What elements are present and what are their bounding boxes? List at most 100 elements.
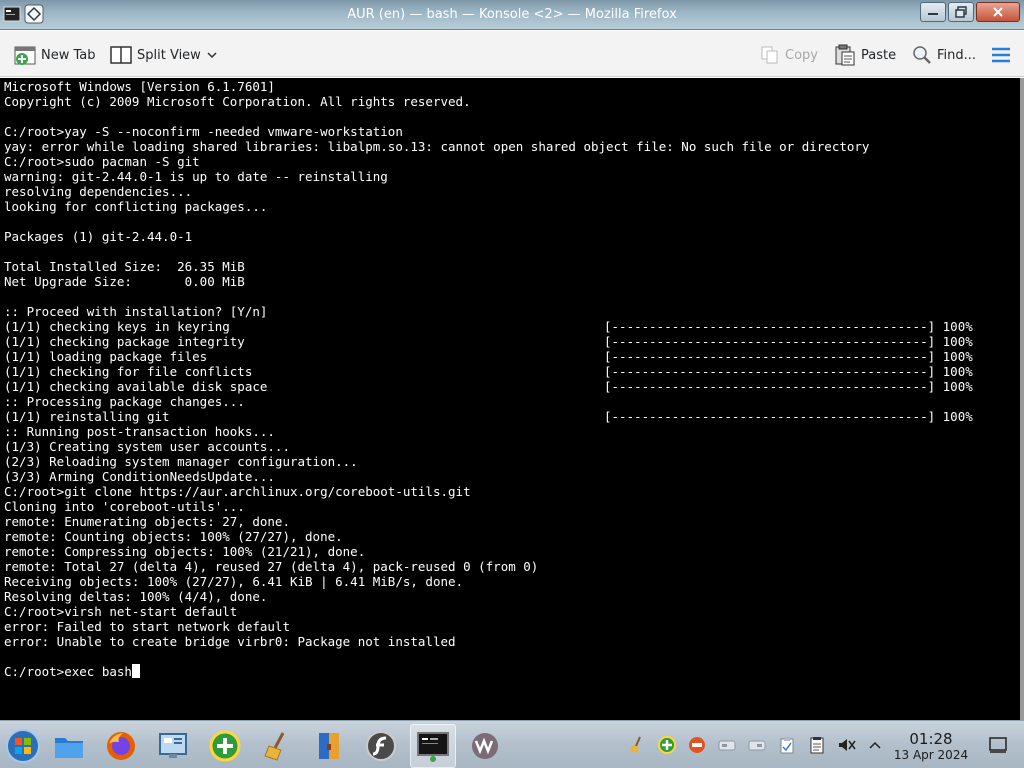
split-view-button[interactable]: Split View (110, 43, 218, 67)
chevron-down-icon[interactable] (206, 51, 218, 59)
hamburger-menu-icon (992, 47, 1010, 63)
terminal-line: :: Processing package changes... (4, 394, 1004, 409)
tray-clipboard-icon[interactable] (777, 735, 797, 755)
taskbar-books[interactable] (306, 724, 352, 768)
start-button[interactable] (0, 724, 46, 768)
terminal-scrollbar[interactable] (1020, 78, 1024, 720)
terminal-line-text: (3/3) Arming ConditionNeedsUpdate... (4, 469, 275, 484)
flash-icon (366, 731, 396, 761)
terminal-line-text: :: Proceed with installation? [Y/n] (4, 304, 268, 319)
terminal-line: resolving dependencies... (4, 184, 1004, 199)
terminal-line-text: error: Unable to create bridge virbr0: P… (4, 634, 456, 649)
taskbar-flash-player[interactable] (358, 724, 404, 768)
progress-bar-text: [---------------------------------------… (604, 349, 973, 364)
terminal-line: (1/1) checking available disk space [----… (4, 379, 1004, 394)
window-titlebar[interactable]: AUR (en) — bash — Konsole <2> — Mozilla … (0, 0, 1024, 30)
paste-label: Paste (861, 47, 897, 63)
terminal-line-text: Microsoft Windows [Version 6.1.7601] (4, 79, 275, 94)
firefox-icon (107, 732, 135, 760)
tray-cleanup-icon[interactable] (627, 735, 647, 755)
terminal-prompt-line[interactable]: C:/root>exec bash (4, 664, 1004, 679)
chevron-up-icon[interactable] (865, 735, 885, 755)
tray-device2-icon[interactable] (747, 735, 767, 755)
terminal-line-text: C:/root>git clone https://aur.archlinux.… (4, 484, 471, 499)
minimize-button[interactable] (920, 2, 946, 22)
terminal-line: (1/1) loading package files [------------… (4, 349, 1004, 364)
terminal-line: warning: git-2.44.0-1 is up to date -- r… (4, 169, 1004, 184)
terminal-line: C:/root>git clone https://aur.archlinux.… (4, 484, 1004, 499)
maximize-button[interactable] (948, 2, 974, 22)
terminal-line: Cloning into 'coreboot-utils'... (4, 499, 1004, 514)
terminal-line-text: remote: Total 27 (delta 4), reused 27 (d… (4, 559, 539, 574)
clock-date: 13 Apr 2024 (893, 748, 969, 762)
taskbar-file-explorer[interactable] (46, 724, 92, 768)
terminal-line-text: (1/1) loading package files (4, 349, 208, 364)
terminal-line-text: (1/1) checking package integrity (4, 334, 245, 349)
taskbar-add-app[interactable] (202, 724, 248, 768)
terminal-line: C:/root>sudo pacman -S git (4, 154, 1004, 169)
paste-icon (835, 44, 855, 66)
tray-notes-icon[interactable] (807, 735, 827, 755)
vmware-icon (472, 733, 498, 759)
terminal-line-text: C:/root>sudo pacman -S git (4, 154, 200, 169)
terminal-line-text: error: Failed to start network default (4, 619, 290, 634)
tray-add-icon[interactable] (657, 735, 677, 755)
terminal-line-text: Resolving deltas: 100% (4/4), done. (4, 589, 268, 604)
terminal-line: (1/1) checking for file conflicts [------… (4, 364, 1004, 379)
hamburger-menu-button[interactable] (990, 43, 1012, 67)
terminal-line-text: (1/1) checking keys in keyring (4, 319, 230, 334)
terminal-line: remote: Total 27 (delta 4), reused 27 (d… (4, 559, 1004, 574)
clock-time: 01:28 (909, 730, 953, 748)
find-button[interactable]: Find... (912, 43, 976, 67)
terminal-line: yay: error while loading shared librarie… (4, 139, 1004, 154)
progress-bar-text: [---------------------------------------… (604, 319, 973, 334)
taskbar-vmware[interactable] (462, 724, 508, 768)
terminal-line: (2/3) Reloading system manager configura… (4, 454, 1004, 469)
taskbar-control-panel[interactable] (150, 724, 196, 768)
terminal-line-text: remote: Enumerating objects: 27, done. (4, 514, 290, 529)
window-title: AUR (en) — bash — Konsole <2> — Mozilla … (347, 7, 677, 22)
terminal-line: Net Upgrade Size: 0.00 MiB (4, 274, 1004, 289)
paste-button[interactable]: Paste (834, 43, 896, 67)
tray-stop-icon[interactable] (687, 735, 707, 755)
terminal-line-text: remote: Counting objects: 100% (27/27), … (4, 529, 343, 544)
terminal-line-text: Receiving objects: 100% (27/27), 6.41 Ki… (4, 574, 464, 589)
progress-bar-text: [---------------------------------------… (604, 364, 973, 379)
progress-bar-text: [---------------------------------------… (604, 409, 973, 424)
split-view-label: Split View (137, 47, 201, 63)
konsole-icon (417, 732, 449, 762)
taskbar (0, 720, 1024, 768)
terminal-line: (3/3) Arming ConditionNeedsUpdate... (4, 469, 1004, 484)
terminal-line: C:/root>virsh net-start default (4, 604, 1004, 619)
terminal-line-text: resolving dependencies... (4, 184, 193, 199)
search-icon (913, 46, 931, 64)
split-view-icon (110, 46, 132, 64)
terminal-line: remote: Counting objects: 100% (27/27), … (4, 529, 1004, 544)
volume-muted-icon[interactable] (837, 735, 857, 755)
terminal-line-text: Total Installed Size: 26.35 MiB (4, 259, 245, 274)
taskbar-konsole[interactable] (410, 724, 456, 768)
terminal-area[interactable]: Microsoft Windows [Version 6.1.7601] Copy… (0, 78, 1020, 720)
new-tab-icon (14, 46, 36, 65)
minimize-icon (928, 13, 938, 15)
terminal-line-text: (1/1) checking for file conflicts (4, 364, 253, 379)
system-clock[interactable]: 01:28 13 Apr 2024 (888, 730, 974, 763)
taskbar-cleanup[interactable] (254, 724, 300, 768)
show-desktop-button[interactable] (988, 735, 1008, 755)
tray-device-icon[interactable] (717, 735, 737, 755)
terminal-line-text: (1/3) Creating system user accounts... (4, 439, 290, 454)
scrollbar-thumb[interactable] (1020, 78, 1024, 720)
terminal-line: (1/3) Creating system user accounts... (4, 439, 1004, 454)
progress-bar-text: [---------------------------------------… (604, 334, 973, 349)
taskbar-firefox[interactable] (98, 724, 144, 768)
terminal-line-text: Cloning into 'coreboot-utils'... (4, 499, 245, 514)
terminal-line: error: Unable to create bridge virbr0: P… (4, 634, 1004, 649)
folder-icon (55, 738, 83, 758)
konsole-toolbar: New Tab Split View Copy Paste Find... (0, 31, 1024, 77)
terminal-line-text: Net Upgrade Size: 0.00 MiB (4, 274, 245, 289)
new-tab-button[interactable]: New Tab (14, 43, 96, 67)
close-button[interactable] (976, 2, 1020, 22)
copy-button[interactable]: Copy (760, 43, 818, 67)
